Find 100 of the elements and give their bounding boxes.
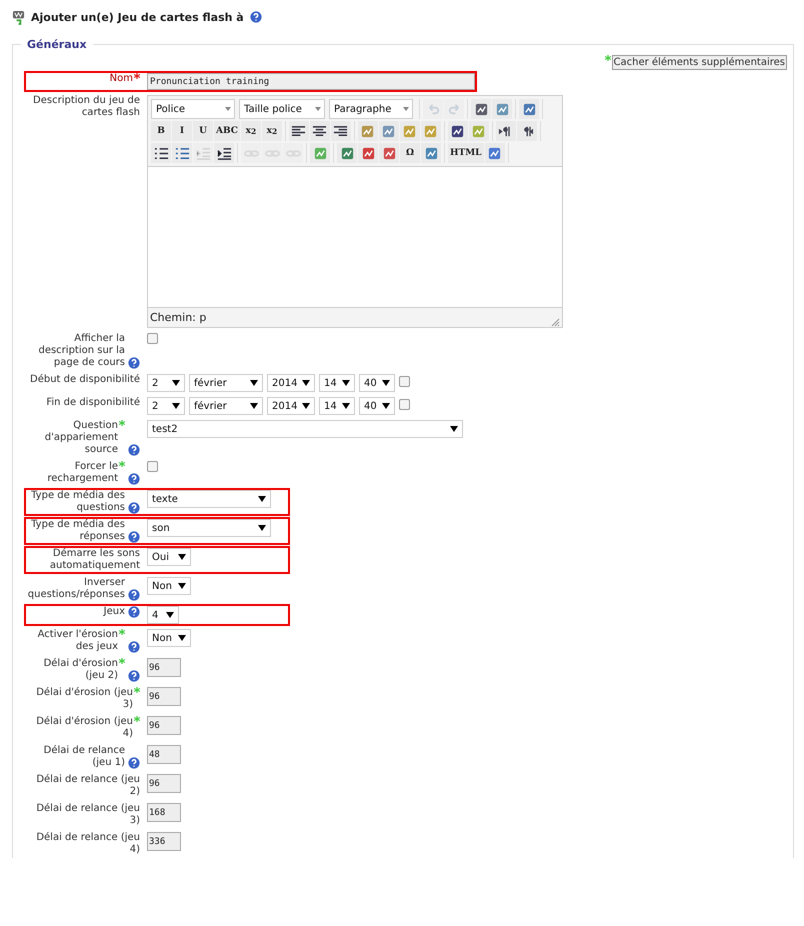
- enable-checkbox[interactable]: [399, 399, 410, 410]
- help-icon[interactable]: [128, 444, 140, 456]
- toolbar-button[interactable]: I: [172, 121, 192, 141]
- checkbox[interactable]: [147, 333, 158, 344]
- bullets-icon: [154, 146, 168, 160]
- dropdown[interactable]: février: [189, 397, 263, 415]
- advanced-icon: [604, 55, 610, 61]
- field-label: Délai d'érosion (jeu 3): [35, 687, 133, 711]
- field-label: Activer l'érosion des jeux: [36, 629, 118, 653]
- number-input[interactable]: 168: [147, 803, 181, 822]
- caret-icon: [250, 380, 258, 386]
- help-icon[interactable]: [128, 473, 140, 485]
- toolbar-button[interactable]: B: [151, 121, 171, 141]
- dropdown[interactable]: Non: [147, 577, 191, 595]
- indent-icon: [216, 146, 232, 160]
- dropdown[interactable]: test2: [147, 420, 463, 438]
- help-icon[interactable]: [128, 757, 140, 769]
- dropdown[interactable]: 40: [359, 397, 395, 415]
- caret-icon: [258, 525, 266, 531]
- field-label: Type de média des réponses: [30, 519, 125, 543]
- caret-icon: [402, 106, 410, 112]
- caret-icon: [224, 106, 232, 112]
- checkbox[interactable]: [147, 461, 158, 472]
- number-input[interactable]: 96: [147, 687, 181, 706]
- help-icon[interactable]: [128, 670, 140, 682]
- toolbar-dropdown[interactable]: Police: [151, 99, 235, 119]
- dropdown[interactable]: 14: [319, 374, 355, 392]
- caret-icon: [302, 380, 310, 386]
- align-right-icon: [333, 124, 348, 138]
- field-label: Jeux: [104, 606, 125, 618]
- field-label: Type de média des questions: [30, 490, 125, 514]
- toolbar-button[interactable]: ABC: [214, 121, 240, 141]
- help-icon[interactable]: [128, 357, 140, 369]
- help-icon[interactable]: [128, 589, 140, 601]
- caret-icon: [172, 380, 180, 386]
- caret-icon: [178, 583, 186, 589]
- help-icon[interactable]: [128, 641, 140, 653]
- field-label: Délai d'érosion (jeu 2): [42, 658, 118, 682]
- caret-icon: [342, 403, 350, 409]
- dropdown[interactable]: son: [147, 519, 271, 537]
- enable-checkbox[interactable]: [399, 376, 410, 387]
- caret-icon: [302, 403, 310, 409]
- section-legend: Généraux: [21, 38, 93, 51]
- toolbar-button[interactable]: [496, 121, 516, 141]
- toolbar-button[interactable]: HTML: [448, 143, 484, 163]
- dropdown[interactable]: 2: [147, 397, 185, 415]
- caret-icon: [172, 403, 180, 409]
- dropdown[interactable]: Non: [147, 629, 191, 647]
- align-left-icon: [291, 124, 306, 138]
- field-label: Délai de relance (jeu 1): [42, 745, 125, 769]
- number-input[interactable]: 96: [147, 658, 181, 677]
- resize-handle-icon[interactable]: [550, 317, 560, 327]
- toolbar-dropdown[interactable]: Taille police: [239, 99, 325, 119]
- field-label: Délai de relance (jeu 4): [35, 832, 140, 856]
- toolbar-button[interactable]: [214, 143, 234, 163]
- number-input[interactable]: 96: [147, 774, 181, 793]
- help-icon[interactable]: [128, 502, 140, 514]
- toolbar-button[interactable]: [288, 121, 309, 141]
- field-label: Démarre les sons automatiquement: [48, 548, 140, 572]
- dropdown[interactable]: texte: [147, 490, 271, 508]
- help-icon[interactable]: [128, 606, 140, 618]
- toolbar-button[interactable]: Ω: [400, 143, 420, 163]
- toolbar-button[interactable]: [330, 121, 351, 141]
- outdent-icon: [196, 146, 210, 160]
- numbers-icon: [174, 146, 190, 160]
- dropdown[interactable]: 4: [147, 606, 179, 624]
- toolbar-button[interactable]: [448, 121, 468, 141]
- toolbar-button[interactable]: [471, 99, 491, 119]
- dropdown[interactable]: février: [189, 374, 263, 392]
- dropdown[interactable]: 2014: [267, 374, 315, 392]
- number-input[interactable]: 48: [147, 745, 181, 764]
- caret-icon: [250, 403, 258, 409]
- number-input[interactable]: 336: [147, 832, 181, 851]
- dropdown[interactable]: 2014: [267, 397, 315, 415]
- toolbar-button[interactable]: [516, 121, 537, 141]
- hide-advanced-button[interactable]: Cacher éléments supplémentaires: [612, 55, 787, 70]
- toolbar-dropdown[interactable]: Paragraphe: [329, 99, 413, 119]
- toolbar-button[interactable]: [172, 143, 192, 163]
- caret-icon: [166, 612, 174, 618]
- field-label: Fin de disponibilité: [46, 397, 140, 409]
- redo-icon: [446, 102, 462, 116]
- caret-icon: [342, 380, 350, 386]
- dropdown[interactable]: Oui: [147, 548, 191, 566]
- toolbar-button[interactable]: [151, 143, 171, 163]
- page-title: Ajouter un(e) Jeu de cartes flash à: [31, 10, 244, 24]
- field-label: Inverser questions/réponses: [26, 577, 125, 601]
- dropdown[interactable]: 14: [319, 397, 355, 415]
- toolbar-button[interactable]: U: [193, 121, 213, 141]
- toolbar-button[interactable]: [310, 121, 330, 141]
- number-input[interactable]: 96: [147, 716, 181, 735]
- help-icon[interactable]: [250, 11, 262, 23]
- align-center-icon: [312, 124, 328, 138]
- dropdown[interactable]: 2: [147, 374, 185, 392]
- element-path: Chemin: p: [150, 311, 206, 324]
- caret-icon: [178, 554, 186, 560]
- name-input[interactable]: Pronunciation training: [147, 73, 475, 90]
- help-icon[interactable]: [128, 531, 140, 543]
- dropdown[interactable]: 40: [359, 374, 395, 392]
- caret-icon: [178, 635, 186, 641]
- field-label: Début de disponibilité: [30, 374, 140, 386]
